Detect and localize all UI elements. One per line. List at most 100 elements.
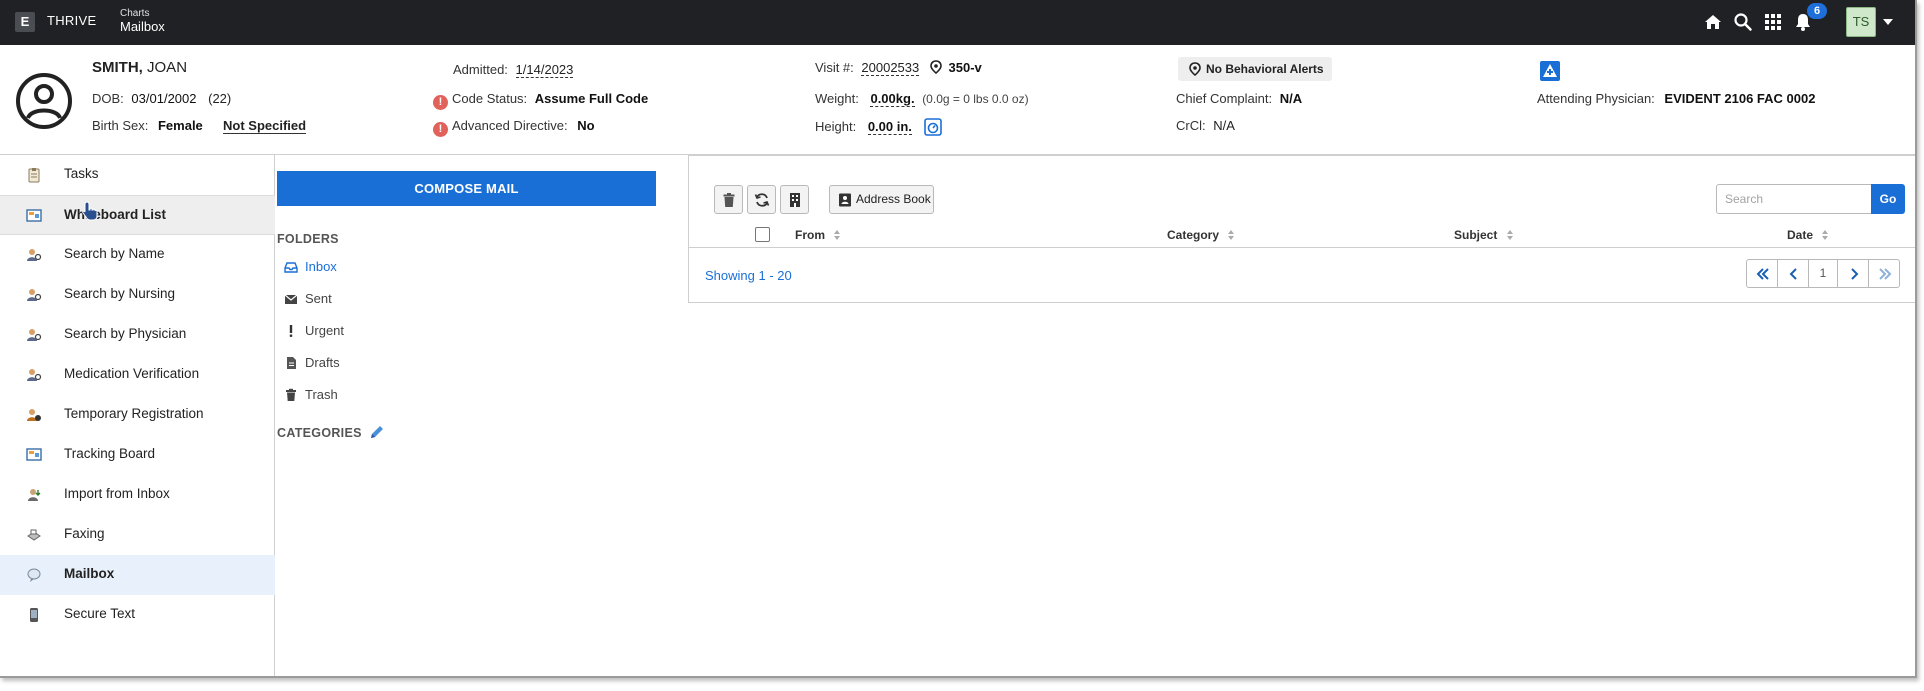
advanced-directive: ! Advanced Directive: No [433, 118, 595, 137]
categories-heading: CATEGORIES [277, 424, 385, 440]
trash-icon [286, 388, 296, 401]
mailbox-icon [27, 568, 41, 582]
mail-table-header: From Category Subject Date [689, 223, 1915, 248]
brand-name: THRIVE [47, 13, 97, 28]
sidebar-item-search-by-name[interactable]: Search by Name [0, 235, 275, 275]
search-go-button[interactable]: Go [1871, 184, 1905, 214]
hand-cursor-icon [82, 201, 98, 221]
previous-page-button[interactable] [1777, 259, 1809, 288]
warning-icon: ! [433, 95, 448, 110]
chevron-left-icon [1789, 268, 1797, 280]
sort-icon [1506, 230, 1513, 240]
folders-heading: FOLDERS [277, 232, 339, 246]
chief-complaint: Chief Complaint: N/A [1176, 91, 1303, 106]
sidebar-nav: Tasks Whiteboard List Search by Name Sea… [0, 155, 275, 676]
apps-grid-icon[interactable] [1762, 11, 1784, 33]
inbox-icon [284, 262, 298, 273]
sort-icon [834, 230, 841, 240]
visit-number-link[interactable]: 20002533 [861, 60, 920, 76]
phone-icon [30, 608, 38, 622]
admitted-date-link[interactable]: 1/14/2023 [515, 62, 574, 78]
trash-icon [723, 193, 735, 207]
patient-dob: DOB: 03/01/2002 (22) [92, 91, 232, 106]
height-link[interactable]: 0.00 in. [867, 119, 912, 135]
showing-count: Showing 1 - 20 [705, 268, 792, 283]
person-search-icon [27, 329, 42, 341]
column-date[interactable]: Date [1787, 228, 1829, 242]
sort-icon [1822, 230, 1829, 240]
patient-height: Height: 0.00 in. [815, 118, 942, 136]
behavioral-alerts-chip[interactable]: No Behavioral Alerts [1178, 57, 1332, 81]
person-search-icon [27, 249, 42, 261]
sidebar-item-search-by-nursing[interactable]: Search by Nursing [0, 275, 275, 315]
user-menu-caret-icon[interactable] [1883, 19, 1893, 25]
weight-link[interactable]: 0.00kg. [870, 91, 915, 107]
gender-identity-link[interactable]: Not Specified [223, 118, 307, 134]
double-chevron-right-icon [1879, 268, 1892, 280]
attending-physician: Attending Physician: EVIDENT 2106 FAC 00… [1537, 91, 1816, 106]
whiteboard-icon [26, 448, 42, 461]
fax-icon [27, 529, 41, 541]
column-from[interactable]: From [795, 228, 841, 242]
person-add-icon [27, 409, 41, 421]
patient-avatar-icon [16, 73, 72, 129]
clipboard-icon [28, 168, 40, 183]
sidebar-item-import-from-inbox[interactable]: Import from Inbox [0, 475, 275, 515]
delete-button[interactable] [714, 185, 743, 214]
sidebar-item-mailbox[interactable]: Mailbox [0, 555, 275, 595]
compose-mail-button[interactable]: COMPOSE MAIL [277, 171, 656, 206]
select-all-checkbox[interactable] [755, 227, 770, 242]
person-search-icon [27, 369, 42, 381]
refresh-icon [754, 193, 770, 207]
warning-icon: ! [433, 122, 448, 137]
search-icon[interactable] [1732, 11, 1754, 33]
mail-list-panel: Address Book Go From Category Subject Da… [688, 155, 1915, 303]
refresh-button[interactable] [747, 185, 776, 214]
breadcrumb-parent[interactable]: Charts [120, 8, 149, 19]
next-page-button[interactable] [1837, 259, 1869, 288]
location-pin-icon [930, 60, 942, 75]
crcl: CrCl: N/A [1176, 118, 1235, 133]
home-icon[interactable] [1702, 11, 1724, 33]
code-status: ! Code Status: Assume Full Code [433, 91, 648, 110]
document-icon [287, 357, 296, 369]
sidebar-item-temporary-registration[interactable]: Temporary Registration [0, 395, 275, 435]
chevron-right-icon [1851, 268, 1859, 280]
mail-search-input[interactable] [1716, 184, 1872, 214]
admitted-date: Admitted: 1/14/2023 [453, 62, 574, 78]
sidebar-item-whiteboard-list[interactable]: Whiteboard List [0, 195, 275, 235]
building-button[interactable] [780, 185, 809, 214]
sidebar-item-tasks[interactable]: Tasks [0, 155, 275, 195]
last-page-button[interactable] [1868, 259, 1900, 288]
sidebar-item-medication-verification[interactable]: Medication Verification [0, 355, 275, 395]
sidebar-item-search-by-physician[interactable]: Search by Physician [0, 315, 275, 355]
column-category[interactable]: Category [1167, 228, 1235, 242]
pagination: 1 [1746, 259, 1900, 288]
allergy-alert-icon[interactable] [1540, 61, 1560, 81]
person-search-icon [27, 289, 42, 301]
sidebar-item-faxing[interactable]: Faxing [0, 515, 275, 555]
patient-weight: Weight: 0.00kg. (0.0g = 0 lbs 0.0 oz) [815, 91, 1029, 107]
contact-book-icon [839, 193, 851, 207]
measure-icon[interactable] [923, 118, 942, 136]
sort-icon [1228, 230, 1235, 240]
column-subject[interactable]: Subject [1454, 228, 1513, 242]
page-number[interactable]: 1 [1808, 259, 1838, 288]
exclamation-icon [289, 325, 293, 337]
notification-badge[interactable]: 6 [1807, 3, 1827, 19]
sidebar-item-tracking-board[interactable]: Tracking Board [0, 435, 275, 475]
whiteboard-icon [26, 209, 42, 222]
app-window: E THRIVE Charts Mailbox 6 TS SMITH, JOAN… [0, 0, 1917, 678]
patient-banner: SMITH, JOAN DOB: 03/01/2002 (22) Birth S… [0, 45, 1915, 155]
sidebar-item-secure-text[interactable]: Secure Text [0, 595, 275, 635]
edit-pencil-icon[interactable] [369, 424, 385, 440]
alert-pin-icon [1189, 62, 1201, 76]
top-bar: E THRIVE Charts Mailbox 6 TS [0, 0, 1915, 45]
app-logo-icon[interactable]: E [15, 12, 35, 32]
first-page-button[interactable] [1746, 259, 1778, 288]
patient-birth-sex: Birth Sex: Female [92, 118, 203, 133]
building-icon [790, 193, 800, 207]
double-chevron-left-icon [1756, 268, 1769, 280]
address-book-button[interactable]: Address Book [829, 185, 934, 214]
user-avatar[interactable]: TS [1846, 7, 1876, 37]
